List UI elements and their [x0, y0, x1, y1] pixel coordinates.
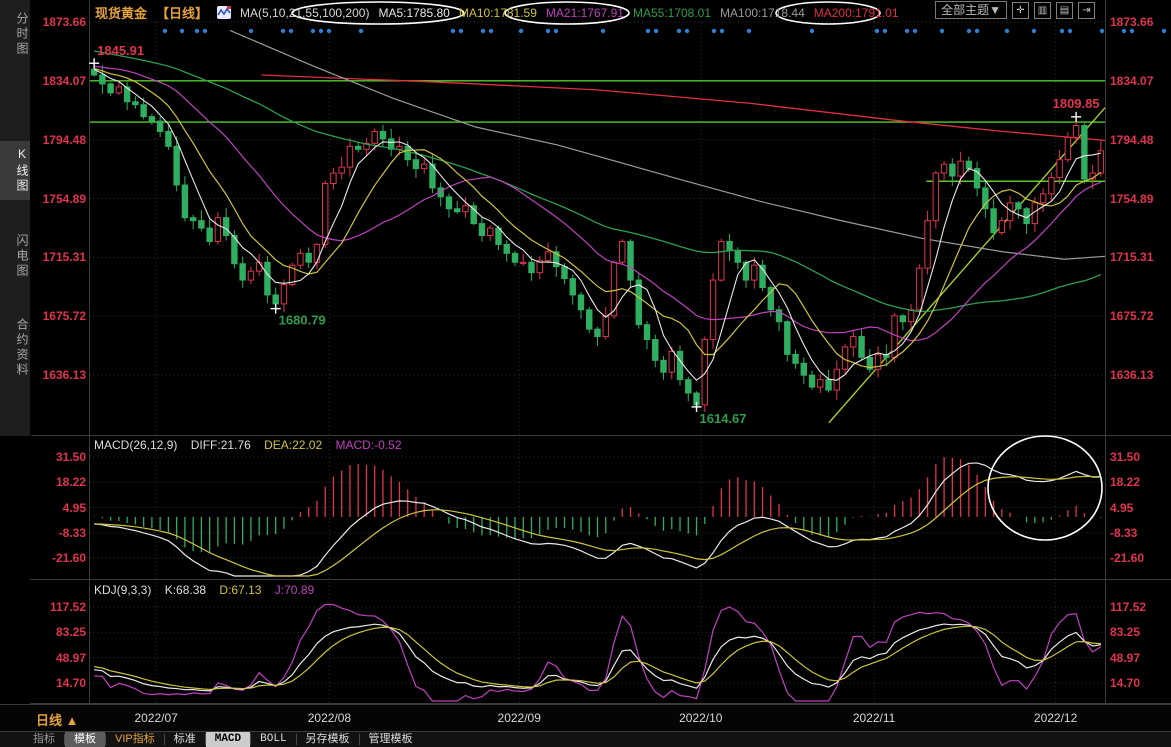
price-chart-canvas[interactable]: 1845.91 1809.85 1680.79 1614.67 [0, 0, 1171, 747]
sidebar-item-3[interactable]: 合约资料 [0, 312, 30, 384]
legend-row: 现货黄金 【日线】 MA(5,10,21,55,100,200) MA5:178… [95, 3, 899, 22]
axis-label: 1754.89 [34, 192, 86, 206]
month-label: 2022/10 [666, 711, 736, 725]
axis-label: -8.33 [34, 526, 86, 540]
scale-axis-icon[interactable]: ▤ [1056, 2, 1073, 19]
layout-panes-icon[interactable]: ▥ [1034, 2, 1051, 19]
axis-label: 83.25 [1110, 625, 1170, 639]
kdj-title: KDJ(9,3,3) [94, 583, 151, 597]
axis-label: 83.25 [34, 625, 86, 639]
axis-label: 1675.72 [1110, 309, 1170, 323]
macd-diff-value: DIFF:21.76 [191, 438, 251, 452]
price-annotation: 1809.85 [1053, 96, 1100, 111]
tab-MACD[interactable]: MACD [206, 732, 250, 747]
ma100-value: MA100:1718.44 [720, 6, 805, 20]
macd-title: MACD(26,12,9) [94, 438, 177, 452]
kdj-k-value: K:68.38 [165, 583, 206, 597]
tab-BOLL[interactable]: BOLL [251, 732, 295, 747]
left-sidebar: 分时图 K线图闪电图合约资料 [0, 0, 30, 747]
axis-label: 31.50 [34, 450, 86, 464]
axis-label: 117.52 [34, 600, 86, 614]
month-label: 2022/12 [1021, 711, 1091, 725]
axis-label: 4.95 [34, 501, 86, 515]
axis-label: -8.33 [1110, 526, 1170, 540]
axis-label: 1715.31 [34, 250, 86, 264]
axis-label: 18.22 [1110, 475, 1170, 489]
app-window: 1845.91 1809.85 1680.79 1614.67 分时图 K线图闪电图合约… [0, 0, 1171, 747]
axis-label: -21.60 [34, 551, 86, 565]
tab-另存模板[interactable]: 另存模板 [297, 732, 359, 747]
period-tag: 【日线】 [156, 3, 208, 22]
price-annotation: 1845.91 [97, 43, 144, 58]
axis-label: 1834.07 [1110, 74, 1170, 88]
axis-label: -21.60 [1110, 551, 1170, 565]
axis-label: 31.50 [1110, 450, 1170, 464]
axis-label: 4.95 [1110, 501, 1170, 515]
symbol-name: 现货黄金 [95, 3, 147, 22]
macd-header: MACD(26,12,9) DIFF:21.76 DEA:22.02 MACD:… [94, 438, 412, 452]
macd-hist-value: MACD:-0.52 [335, 438, 401, 452]
month-label: 2022/09 [484, 711, 554, 725]
axis-label: 1636.13 [1110, 368, 1170, 382]
sidebar-item-0[interactable]: 分时图 [0, 6, 30, 63]
ma10-value: MA10:1781.59 [459, 6, 537, 20]
tab-标准[interactable]: 标准 [165, 732, 205, 747]
tab-管理模板[interactable]: 管理模板 [360, 732, 422, 747]
tab-指标[interactable]: 指标 [24, 732, 64, 747]
kline-chart-icon [217, 6, 231, 19]
axis-label: 1675.72 [34, 309, 86, 323]
period-selector[interactable]: 日线 ▲ [36, 710, 78, 729]
month-label: 2022/11 [839, 711, 909, 725]
axis-label: 117.52 [1110, 600, 1170, 614]
toolbar-actions: 全部主题▼ ✛ ▥ ▤ ⇥ [935, 1, 1095, 19]
ma55-value: MA55:1708.01 [633, 6, 711, 20]
price-annotation: 1680.79 [279, 313, 326, 328]
axis-label: 14.70 [1110, 676, 1170, 690]
tab-VIP指标[interactable]: VIP指标 [106, 732, 164, 747]
axis-label: 1636.13 [34, 368, 86, 382]
themes-dropdown-button[interactable]: 全部主题▼ [935, 1, 1007, 19]
ma-group-label: MA(5,10,21,55,100,200) [240, 6, 369, 20]
axis-label: 1794.48 [1110, 133, 1170, 147]
axis-label: 14.70 [34, 676, 86, 690]
ma21-value: MA21:1767.91 [546, 6, 624, 20]
kdj-d-value: D:67.13 [219, 583, 261, 597]
collapse-panel-icon[interactable]: ⇥ [1078, 2, 1095, 19]
ma5-value: MA5:1785.80 [378, 6, 449, 20]
ma200-value: MA200:1791.01 [814, 6, 899, 20]
sidebar-item-list: 分时图 K线图闪电图合约资料 [0, 0, 31, 436]
macd-dea-value: DEA:22.02 [264, 438, 322, 452]
axis-label: 1834.07 [34, 74, 86, 88]
axis-label: 48.97 [1110, 651, 1170, 665]
price-annotation: 1614.67 [700, 411, 747, 426]
axis-label: 48.97 [34, 651, 86, 665]
kdj-header: KDJ(9,3,3) K:68.38 D:67.13 J:70.89 [94, 583, 324, 597]
crosshair-icon[interactable]: ✛ [1012, 2, 1029, 19]
indicator-tab-bar: 指标模板VIP指标标准MACDBOLL另存模板管理模板 [0, 731, 1171, 747]
axis-label: 1754.89 [1110, 192, 1170, 206]
kdj-j-value: J:70.89 [275, 583, 314, 597]
month-label: 2022/07 [121, 711, 191, 725]
axis-label: 18.22 [34, 475, 86, 489]
axis-label: 1715.31 [1110, 250, 1170, 264]
time-axis-bar: 日线 ▲ 2022/07 2022/08 2022/09 2022/10 2022/11… [0, 704, 1171, 732]
sidebar-item-1[interactable]: K线图 [0, 141, 30, 200]
sidebar-item-2[interactable]: 闪电图 [0, 228, 30, 285]
tab-模板[interactable]: 模板 [65, 732, 105, 747]
axis-label: 1794.48 [34, 133, 86, 147]
top-toolbar: 现货黄金 【日线】 MA(5,10,21,55,100,200) MA5:178… [30, 0, 1171, 22]
month-label: 2022/08 [294, 711, 364, 725]
